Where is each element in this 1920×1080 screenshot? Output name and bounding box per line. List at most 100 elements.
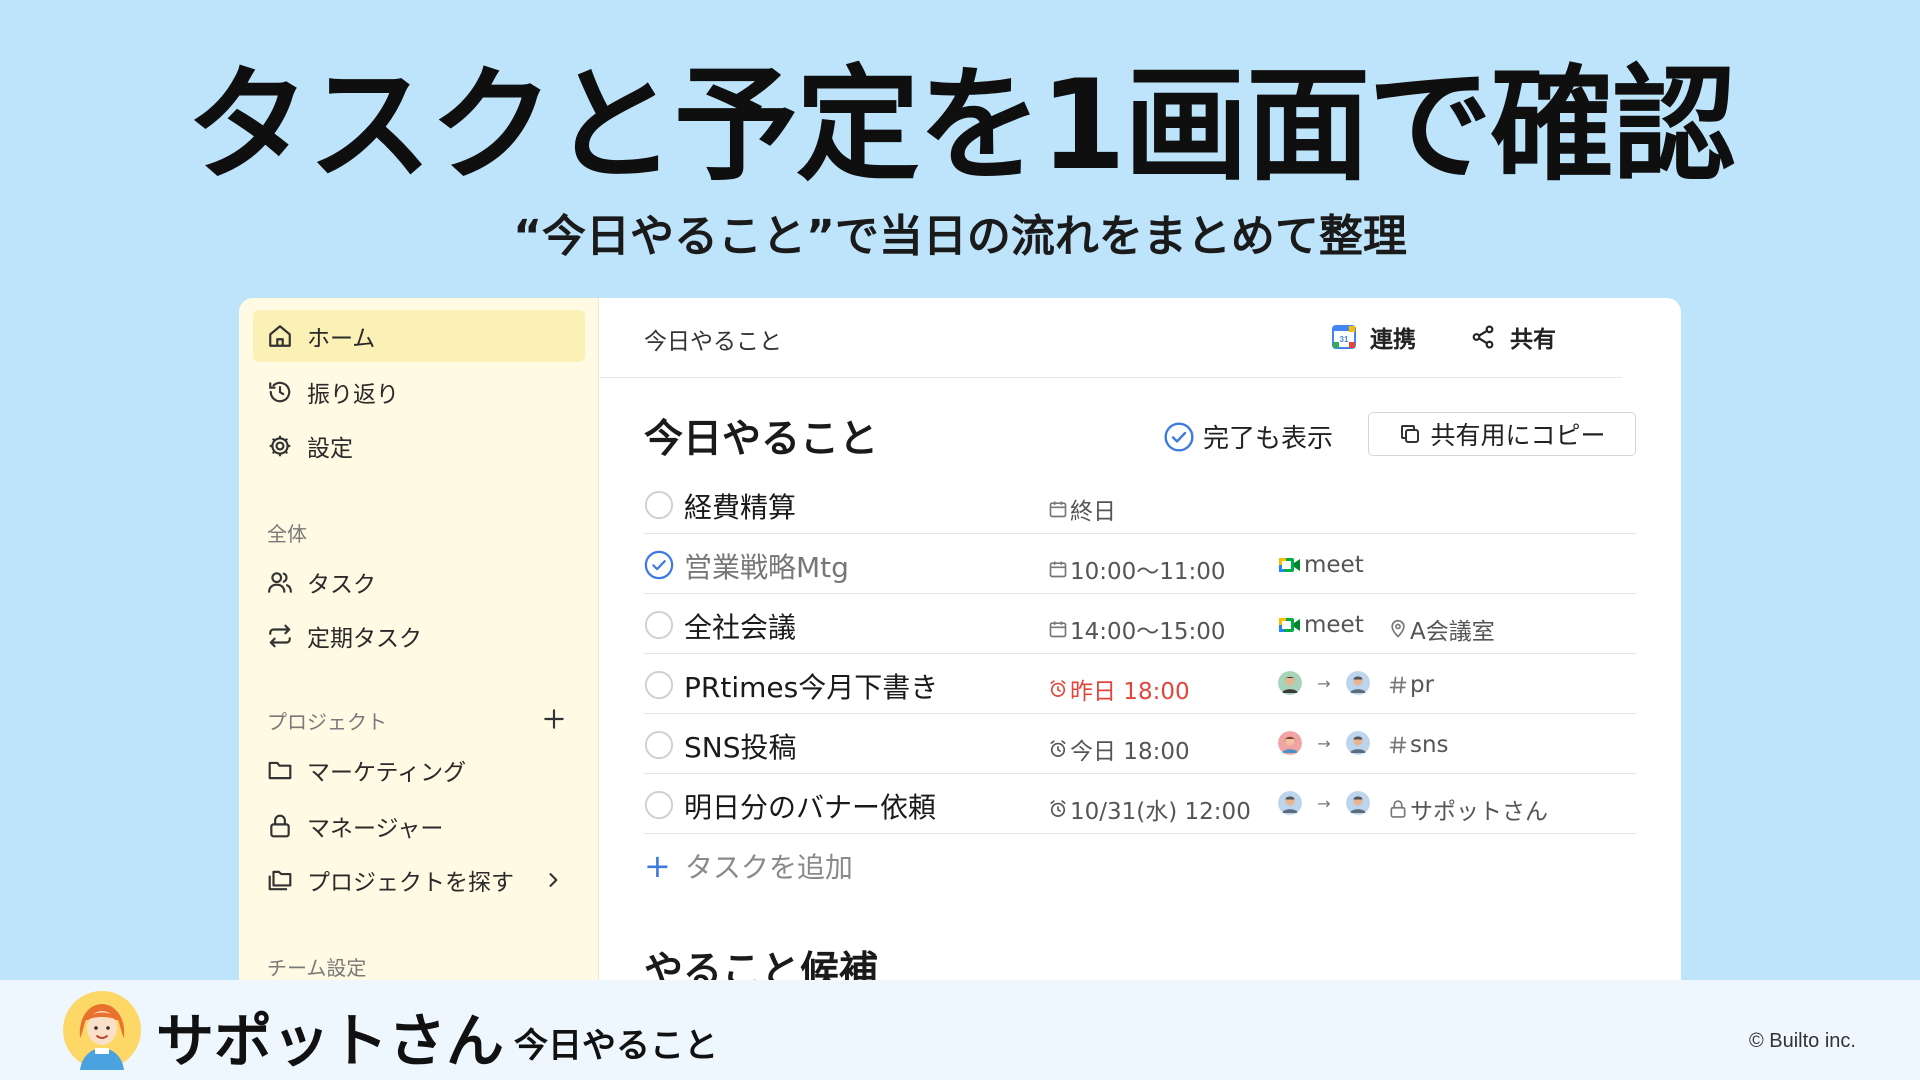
task-checkbox[interactable] xyxy=(644,730,674,760)
assignees: → xyxy=(1278,791,1370,815)
task-time-text: 終日 xyxy=(1070,499,1116,525)
sidebar-item-recurring-tasks[interactable]: 定期タスク xyxy=(253,610,585,662)
sidebar-item-label: マーケティング xyxy=(307,760,467,786)
add-project-button[interactable] xyxy=(541,706,569,734)
alarm-icon xyxy=(1050,680,1066,697)
task-time: 終日 xyxy=(1048,492,1116,526)
task-time-text: 今日 18:00 xyxy=(1070,739,1190,765)
lock-icon xyxy=(267,813,293,839)
show-done-label: 完了も表示 xyxy=(1203,424,1334,454)
avatar xyxy=(1346,731,1370,755)
sidebar-item-label: 設定 xyxy=(307,436,353,462)
repeat-icon xyxy=(267,623,293,649)
copy-icon xyxy=(1401,425,1420,443)
main-panel: 今日やること 31 連携 共有 今日やること 完了も表示 共有用にコピー 経費精… xyxy=(600,298,1681,1080)
sidebar-item-find-projects[interactable]: プロジェクトを探す xyxy=(253,854,585,906)
task-time: 14:00～15:00 xyxy=(1048,612,1226,646)
task-title: SNS投稿 xyxy=(684,731,797,764)
avatar xyxy=(1278,671,1302,695)
calendar-icon xyxy=(1049,561,1067,578)
arrow-right-icon: → xyxy=(1317,673,1331,693)
task-title: PRtimes今月下書き xyxy=(684,671,939,704)
add-task-button[interactable]: + タスクを追加 xyxy=(644,846,853,886)
task-tag: pr xyxy=(1388,672,1434,698)
task-location: A会議室 xyxy=(1388,612,1495,646)
task-time: 10/31(水) 12:00 xyxy=(1048,792,1251,826)
assignees: → xyxy=(1278,671,1370,695)
task-tag: sns xyxy=(1388,732,1449,758)
plus-icon: + xyxy=(644,847,671,885)
sidebar-item-settings[interactable]: 設定 xyxy=(253,420,585,472)
check-circle-icon xyxy=(1164,421,1194,452)
sidebar: ホーム 振り返り 設定 全体 タスク 定期タスク プロジェクト マーケティング … xyxy=(239,298,599,1080)
footer-banner: サポットさん 今日やること © Builto inc. xyxy=(0,980,1920,1080)
topbar: 今日やること 31 連携 共有 xyxy=(600,298,1622,378)
users-icon xyxy=(267,569,293,595)
meet-label: meet xyxy=(1304,612,1364,638)
sidebar-item-project-marketing[interactable]: マーケティング xyxy=(253,744,585,796)
meet-label: meet xyxy=(1304,552,1364,578)
sidebar-item-home[interactable]: ホーム xyxy=(253,310,585,362)
task-row[interactable]: PRtimes今月下書き 昨日 18:00 → pr xyxy=(644,654,1636,714)
brand-feature: 今日やること xyxy=(514,1026,718,1066)
task-row[interactable]: 全社会議 14:00～15:00 meet A会議室 xyxy=(644,594,1636,654)
chevron-right-icon xyxy=(549,873,558,887)
task-time-overdue: 昨日 18:00 xyxy=(1048,672,1190,706)
show-done-toggle[interactable]: 完了も表示 xyxy=(1163,418,1333,455)
avatar xyxy=(1346,791,1370,815)
task-title: 営業戦略Mtg xyxy=(684,551,849,584)
task-row[interactable]: 営業戦略Mtg 10:00～11:00 meet xyxy=(644,534,1636,594)
task-title: 明日分のバナー依頼 xyxy=(684,791,937,824)
integrate-label: 連携 xyxy=(1370,327,1416,353)
task-checkbox[interactable] xyxy=(644,670,674,700)
google-meet-icon xyxy=(1279,558,1300,572)
today-heading: 今日やること xyxy=(644,417,879,462)
add-task-label: タスクを追加 xyxy=(684,851,853,884)
location-text: A会議室 xyxy=(1410,619,1495,645)
share-button[interactable]: 共有 xyxy=(1470,320,1556,354)
alarm-icon xyxy=(1050,800,1066,817)
copy-for-share-button[interactable]: 共有用にコピー xyxy=(1368,412,1636,456)
task-row[interactable]: SNS投稿 今日 18:00 → sns xyxy=(644,714,1636,774)
share-label: 共有 xyxy=(1510,327,1556,353)
gear-icon xyxy=(267,433,293,459)
calendar-icon xyxy=(1049,621,1067,638)
task-checkbox[interactable] xyxy=(644,790,674,820)
task-row[interactable]: 経費精算 終日 xyxy=(644,474,1636,534)
hash-icon xyxy=(1389,736,1407,754)
alarm-icon xyxy=(1050,740,1066,757)
task-checkbox[interactable] xyxy=(644,490,674,520)
sidebar-item-label: ホーム xyxy=(307,326,376,352)
map-pin-icon xyxy=(1391,619,1405,638)
task-time-text: 昨日 18:00 xyxy=(1070,679,1190,705)
section-label-all: 全体 xyxy=(267,522,307,546)
task-title: 経費精算 xyxy=(684,491,797,524)
copyright: © Builto inc. xyxy=(1748,1030,1856,1052)
mascot-logo xyxy=(63,991,141,1070)
folders-icon xyxy=(267,867,293,893)
meet-link[interactable]: meet xyxy=(1278,612,1364,638)
folder-icon xyxy=(267,757,293,783)
arrow-right-icon: → xyxy=(1317,733,1331,753)
integrate-button[interactable]: 31 連携 xyxy=(1332,320,1416,354)
task-row[interactable]: 明日分のバナー依頼 10/31(水) 12:00 → サポットさん xyxy=(644,774,1636,834)
sidebar-item-label: 振り返り xyxy=(307,382,399,408)
history-icon xyxy=(267,379,293,405)
sidebar-item-tasks[interactable]: タスク xyxy=(253,556,585,608)
hero-title: タスクと予定を1画面で確認 xyxy=(185,54,1736,198)
brand-name: サポットさん xyxy=(156,1007,505,1075)
tag-text: pr xyxy=(1410,672,1435,698)
avatar xyxy=(1346,671,1370,695)
task-time: 10:00～11:00 xyxy=(1048,552,1226,586)
google-calendar-icon: 31 xyxy=(1332,325,1356,349)
sidebar-item-label: マネージャー xyxy=(307,816,444,842)
task-time-text: 10/31(水) 12:00 xyxy=(1070,799,1251,825)
sidebar-item-label: タスク xyxy=(307,572,376,598)
meet-link[interactable]: meet xyxy=(1278,552,1364,578)
sidebar-item-project-manager[interactable]: マネージャー xyxy=(253,800,585,852)
lock-icon xyxy=(1390,800,1406,818)
task-checkbox[interactable] xyxy=(644,610,674,640)
sidebar-item-history[interactable]: 振り返り xyxy=(253,366,585,418)
page-title: 今日やること xyxy=(644,329,782,355)
task-checkbox-checked[interactable] xyxy=(644,550,674,580)
